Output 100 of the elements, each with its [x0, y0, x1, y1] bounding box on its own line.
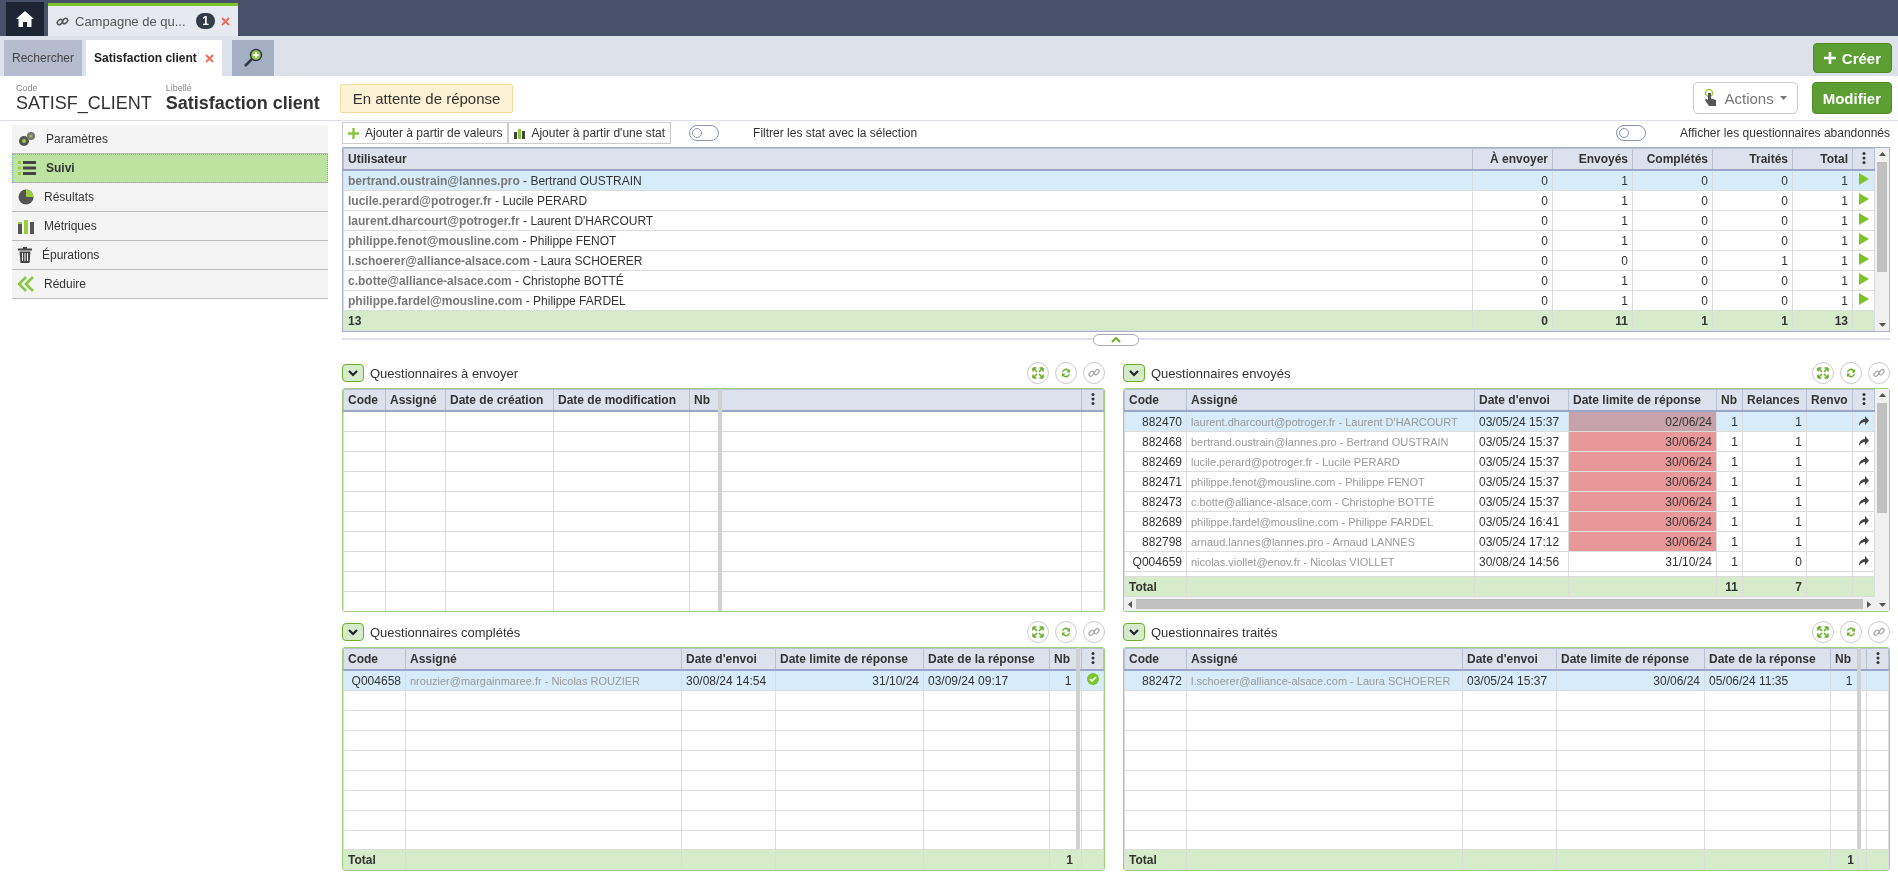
forward-arrow-icon[interactable] [1858, 554, 1869, 566]
forward-arrow-icon[interactable] [1858, 474, 1869, 486]
scroll-right-icon[interactable] [1867, 600, 1871, 608]
table-row[interactable]: lucile.perard@potroger.fr - Lucile PERARD 0 1 0 0 1 [343, 190, 1875, 211]
page-tab[interactable]: Rechercher [4, 40, 83, 76]
play-icon[interactable] [1858, 293, 1869, 305]
forward-arrow-icon[interactable] [1858, 414, 1869, 426]
collapse-handle[interactable] [1093, 334, 1139, 346]
column-header[interactable]: Date limite de réponse [775, 648, 924, 670]
add-from-values-button[interactable]: Ajouter à partir de valeurs [342, 122, 509, 144]
column-header[interactable]: Code [343, 648, 406, 670]
play-icon[interactable] [1858, 233, 1869, 245]
page-tab[interactable]: Satisfaction client [86, 40, 222, 76]
expand-button[interactable] [1027, 362, 1049, 384]
sidebar-item[interactable]: Suivi [12, 154, 328, 183]
table-row[interactable]: 882689 philippe.fardel@mousline.com - Philippe FARDEL 03/05/24 16:41 30/06/24 1 1 [1124, 511, 1875, 532]
column-header[interactable]: Envoyés [1552, 148, 1633, 170]
column-header[interactable]: Date d'envoi [681, 648, 776, 670]
play-icon[interactable] [1858, 193, 1869, 205]
table-row[interactable]: c.botte@alliance-alsace.com - Christophe BOTTÉ 0 1 0 0 1 [343, 270, 1875, 291]
more-icon[interactable] [1090, 392, 1095, 405]
column-header[interactable]: Date limite de réponse [1568, 389, 1717, 411]
expand-button[interactable] [1812, 362, 1834, 384]
column-header[interactable]: Traités [1712, 148, 1793, 170]
column-header[interactable]: Code [1124, 389, 1187, 411]
column-header[interactable]: À envoyer [1472, 148, 1553, 170]
column-header[interactable]: Date de création [445, 389, 554, 411]
forward-arrow-icon[interactable] [1858, 514, 1869, 526]
collapse-button[interactable] [342, 364, 364, 382]
sidebar-item[interactable]: Résultats [12, 183, 328, 212]
column-header[interactable]: Code [343, 389, 386, 411]
column-header[interactable]: Nb [689, 389, 720, 411]
scrollbar[interactable] [1875, 148, 1889, 331]
scrollbar[interactable] [1875, 389, 1889, 611]
sidebar-item[interactable]: Paramètres [12, 125, 328, 154]
column-header[interactable]: Complétés [1632, 148, 1713, 170]
table-row[interactable]: 882472 l.schoerer@alliance-alsace.com - Laura SCHOERER 03/05/24 15:37 30/06/24 05/06/24 11:35 1 [1124, 670, 1889, 691]
scrollbar[interactable] [1124, 597, 1875, 611]
column-header[interactable]: Assigné [405, 648, 682, 670]
link-button[interactable] [1868, 621, 1890, 643]
refresh-button[interactable] [1055, 362, 1077, 384]
play-icon[interactable] [1858, 173, 1869, 185]
toggle-switch[interactable] [1616, 125, 1647, 141]
table-row[interactable]: Q004658 nrouzier@margainmaree.fr - Nicolas ROUZIER 30/08/24 14:54 31/10/24 03/09/24 09:17 1 [343, 670, 1104, 691]
toggle-switch[interactable] [689, 125, 720, 141]
expand-button[interactable] [1027, 621, 1049, 643]
column-header[interactable]: Date limite de réponse [1556, 648, 1705, 670]
play-icon[interactable] [1858, 273, 1869, 285]
scroll-left-icon[interactable] [1128, 600, 1132, 608]
table-row[interactable]: 882470 laurent.dharcourt@potroger.fr - Laurent D'HARCOURT 03/05/24 15:37 02/06/24 1 1 [1124, 411, 1875, 432]
refresh-button[interactable] [1055, 621, 1077, 643]
collapse-button[interactable] [1123, 623, 1145, 641]
more-icon[interactable] [1861, 151, 1866, 164]
table-row[interactable]: philippe.fenot@mousline.com - Philippe FENOT 0 1 0 0 1 [343, 230, 1875, 251]
actions-button[interactable]: Actions [1693, 82, 1798, 114]
table-row[interactable]: 882471 philippe.fenot@mousline.com - Philippe FENOT 03/05/24 15:37 30/06/24 1 1 [1124, 471, 1875, 492]
column-header[interactable]: Nb [1716, 389, 1743, 411]
search-add-button[interactable] [231, 40, 274, 76]
sidebar-item[interactable]: Métriques [12, 212, 328, 241]
column-header[interactable]: Total [1792, 148, 1853, 170]
column-header[interactable]: Assigné [385, 389, 446, 411]
play-icon[interactable] [1858, 213, 1869, 225]
add-from-stat-button[interactable]: Ajouter à partir d'une stat [508, 122, 672, 144]
close-icon[interactable] [221, 16, 230, 26]
link-button[interactable] [1083, 621, 1105, 643]
table-row[interactable]: l.schoerer@alliance-alsace.com - Laura SCHOERER 0 0 0 1 1 [343, 250, 1875, 271]
table-row[interactable]: 882798 arnaud.lannes@lannes.pro - Arnaud LANNES 03/05/24 17:12 30/06/24 1 1 [1124, 531, 1875, 552]
more-icon[interactable] [1875, 651, 1880, 664]
forward-arrow-icon[interactable] [1858, 434, 1869, 446]
sidebar-item[interactable]: Épurations [12, 241, 328, 270]
play-icon[interactable] [1858, 253, 1869, 265]
scroll-up-icon[interactable] [1878, 152, 1886, 156]
scroll-up-icon[interactable] [1878, 393, 1886, 397]
column-header[interactable]: Assigné [1186, 648, 1463, 670]
column-header[interactable]: Date de modification [553, 389, 690, 411]
table-row[interactable]: Q004659 nicolas.viollet@enov.fr - Nicolas VIOLLET 30/08/24 14:56 31/10/24 1 0 [1124, 551, 1875, 572]
close-icon[interactable] [204, 53, 214, 63]
refresh-button[interactable] [1840, 362, 1862, 384]
table-row[interactable]: bertrand.oustrain@lannes.pro - Bertrand OUSTRAIN 0 1 0 0 1 [343, 170, 1875, 191]
table-row[interactable]: 882469 lucile.perard@potroger.fr - Lucile PERARD 03/05/24 15:37 30/06/24 1 1 [1124, 451, 1875, 472]
sidebar-item[interactable]: Réduire [12, 270, 328, 299]
expand-button[interactable] [1812, 621, 1834, 643]
column-header[interactable]: Utilisateur [343, 148, 1473, 170]
column-header[interactable]: Code [1124, 648, 1187, 670]
column-header[interactable]: Date d'envoi [1462, 648, 1557, 670]
collapse-button[interactable] [342, 623, 364, 641]
table-row[interactable]: laurent.dharcourt@potroger.fr - Laurent D'HARCOURT 0 1 0 0 1 [343, 210, 1875, 231]
column-header[interactable]: Nb [1049, 648, 1078, 670]
column-header[interactable]: Date de la réponse [923, 648, 1050, 670]
refresh-button[interactable] [1840, 621, 1862, 643]
more-icon[interactable] [1090, 651, 1095, 664]
scroll-down-icon[interactable] [1878, 323, 1886, 327]
forward-arrow-icon[interactable] [1858, 494, 1869, 506]
table-row[interactable]: philippe.fardel@mousline.com - Philippe FARDEL 0 1 0 0 1 [343, 290, 1875, 311]
column-header[interactable]: Nb [1830, 648, 1859, 670]
column-header[interactable]: Relances [1742, 389, 1807, 411]
column-header[interactable]: Date d'envoi [1474, 389, 1569, 411]
column-header[interactable]: Date de la réponse [1704, 648, 1831, 670]
column-header[interactable]: Renvo [1806, 389, 1853, 411]
link-button[interactable] [1868, 362, 1890, 384]
